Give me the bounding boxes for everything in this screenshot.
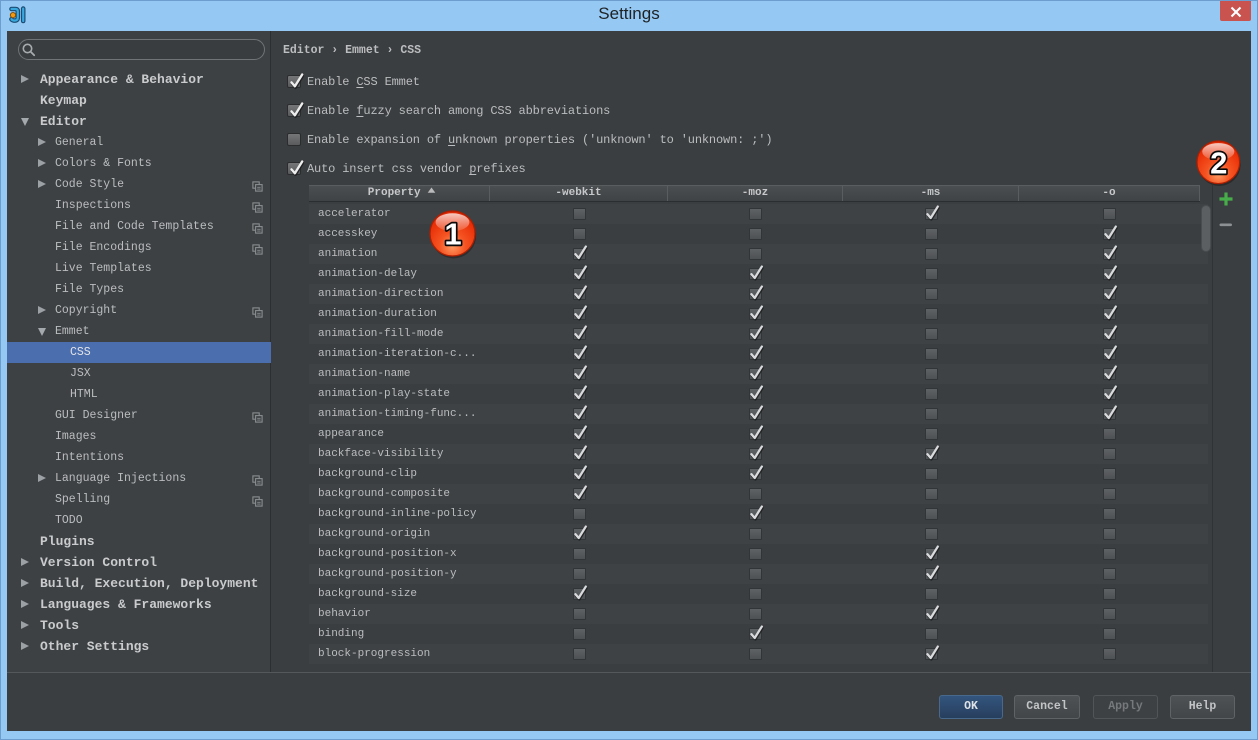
svg-text:1: 1 xyxy=(444,216,461,251)
svg-text:2: 2 xyxy=(1210,145,1227,180)
